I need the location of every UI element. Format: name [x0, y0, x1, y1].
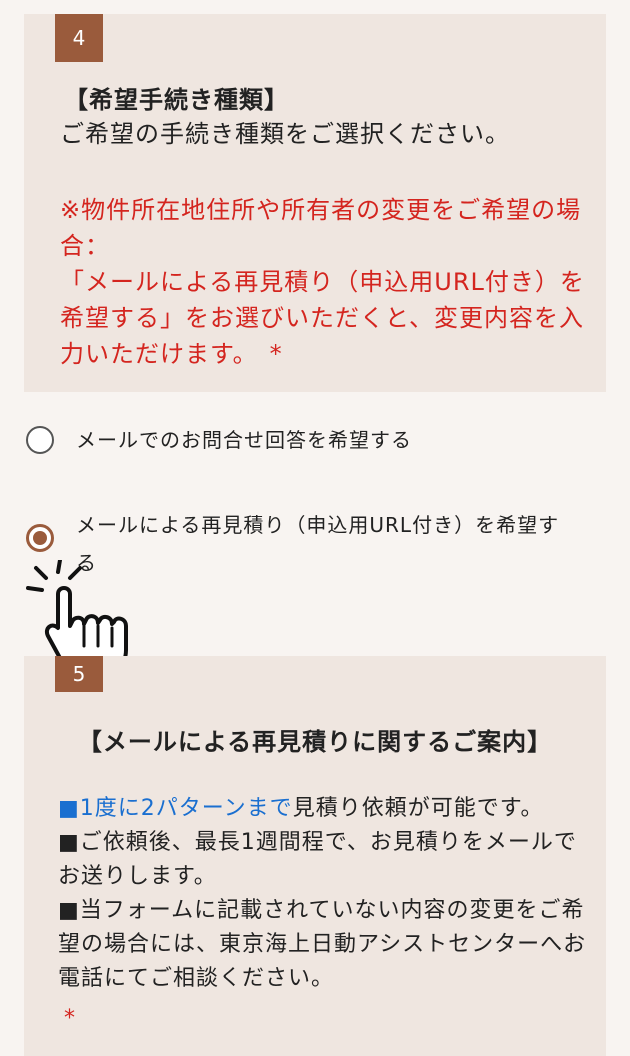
note-line-2-text: 「メールによる再見積り（申込用URL付き）を希望する」をお選びいただくと、変更内…	[60, 268, 585, 368]
question-description: ご希望の手続き種類をご選択ください。	[60, 120, 510, 148]
guide-section-5: 5 【メールによる再見積りに関するご案内】 ■1度に2パターンまで見積り依頼が可…	[24, 656, 606, 1056]
required-mark: *	[269, 340, 283, 368]
radio-button-checked[interactable]	[26, 524, 54, 552]
required-mark: *	[64, 1006, 75, 1031]
guide-item-1-rest: 見積り依頼が可能です。	[292, 796, 544, 821]
question-note: ※物件所在地住所や所有者の変更をご希望の場合： 「メールによる再見積り（申込用U…	[60, 192, 590, 372]
guide-body: ■1度に2パターンまで見積り依頼が可能です。 ■ご依頼後、最長1週間程で、お見積…	[58, 792, 598, 996]
radio-option-label: メールでのお問合せ回答を希望する	[76, 428, 412, 452]
guide-item-1: ■1度に2パターンまで見積り依頼が可能です。	[58, 792, 598, 826]
question-section-4: 4 【希望手続き種類】 ご希望の手続き種類をご選択ください。 ※物件所在地住所や…	[24, 14, 606, 392]
guide-item-3: ■当フォームに記載されていない内容の変更をご希望の場合には、東京海上日動アシスト…	[58, 898, 587, 991]
radio-button-unchecked[interactable]	[26, 426, 54, 454]
guide-item-1-highlight: ■1度に2パターンまで	[58, 796, 293, 821]
radio-option-email-answer[interactable]: メールでのお問合せ回答を希望する	[26, 424, 576, 456]
note-line-2: 「メールによる再見積り（申込用URL付き）を希望する」をお選びいただくと、変更内…	[60, 264, 590, 372]
note-line-1: ※物件所在地住所や所有者の変更をご希望の場合：	[60, 196, 582, 260]
guide-number-badge: 5	[55, 656, 103, 692]
guide-item-2: ■ご依頼後、最長1週間程で、お見積りをメールでお送りします。	[58, 830, 577, 889]
question-title: 【希望手続き種類】	[64, 86, 289, 114]
question-number-badge: 4	[55, 14, 103, 62]
guide-title: 【メールによる再見積りに関するご案内】	[77, 728, 553, 756]
